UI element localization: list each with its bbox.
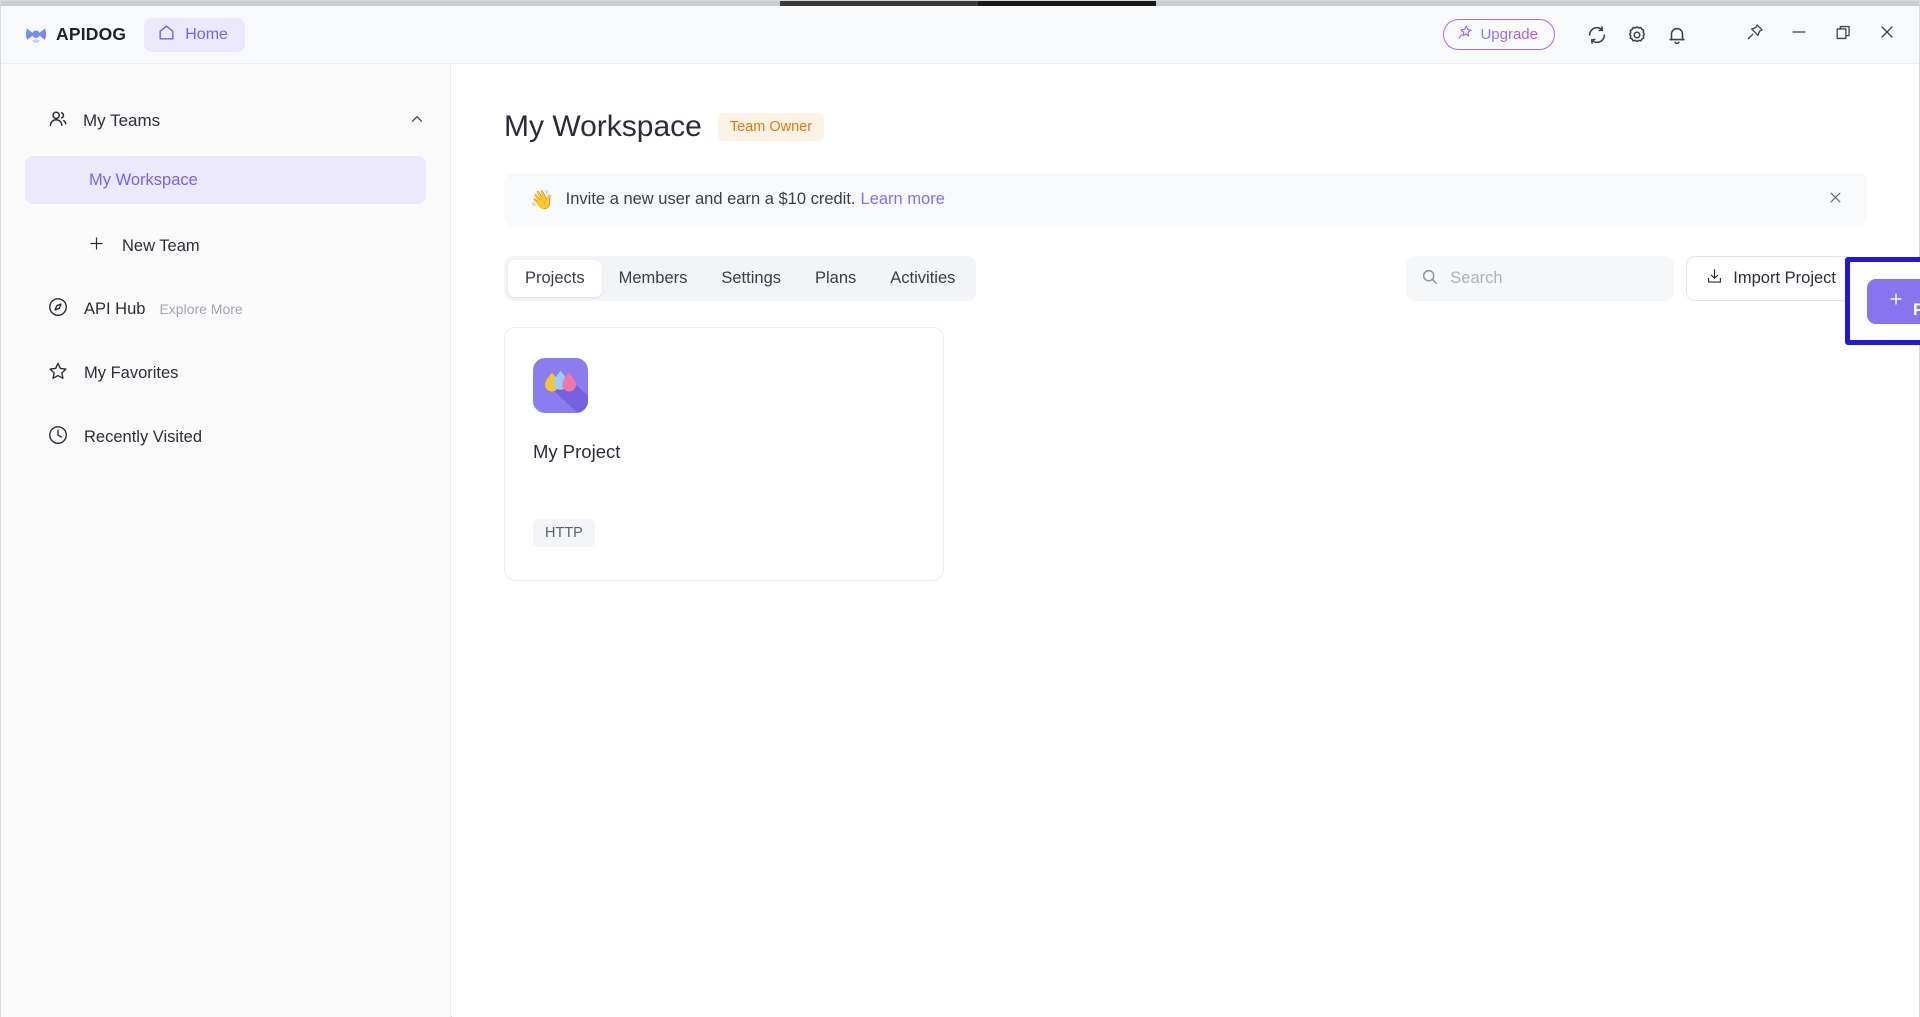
toolbar: Projects Members Settings Plans Activiti… bbox=[504, 256, 1920, 345]
tab-projects[interactable]: Projects bbox=[508, 260, 602, 297]
tab-settings[interactable]: Settings bbox=[704, 260, 798, 297]
plus-icon bbox=[87, 234, 106, 258]
tab-label: Projects bbox=[525, 269, 585, 287]
sidebar-item-my-favorites[interactable]: My Favorites bbox=[25, 350, 426, 396]
compass-icon bbox=[47, 296, 69, 323]
clock-icon bbox=[47, 424, 69, 451]
sidebar-section-label: My Teams bbox=[83, 111, 161, 130]
import-project-button[interactable]: Import Project bbox=[1686, 256, 1855, 301]
app-window: APIDOG Home Upgrade My Teams My Workspac… bbox=[0, 0, 1920, 1017]
sidebar-item-label: New Team bbox=[122, 236, 200, 255]
import-project-label: Import Project bbox=[1733, 269, 1836, 287]
project-card[interactable]: My Project HTTP bbox=[504, 327, 944, 581]
upgrade-button[interactable]: Upgrade bbox=[1443, 19, 1555, 50]
minimize-window-button[interactable] bbox=[1777, 15, 1821, 55]
minimize-icon bbox=[1789, 22, 1809, 47]
sidebar-item-label: API Hub bbox=[84, 299, 146, 318]
page-title: My Workspace bbox=[504, 110, 702, 143]
project-type-tag: HTTP bbox=[533, 519, 595, 547]
import-icon bbox=[1705, 267, 1724, 291]
dismiss-banner-button[interactable] bbox=[1815, 180, 1855, 220]
close-icon bbox=[1826, 188, 1845, 212]
brand: APIDOG bbox=[23, 22, 126, 48]
sync-refresh-icon bbox=[1586, 24, 1608, 46]
sidebar-section-my-teams[interactable]: My Teams bbox=[47, 100, 426, 142]
brand-name: APIDOG bbox=[56, 24, 127, 44]
tab-bar: Projects Members Settings Plans Activiti… bbox=[504, 256, 977, 301]
titlebar-actions: Upgrade bbox=[1443, 6, 1919, 63]
tab-members[interactable]: Members bbox=[602, 260, 705, 297]
tab-label: Settings bbox=[721, 269, 781, 287]
sidebar-item-label: My Workspace bbox=[89, 170, 198, 189]
search-icon bbox=[1420, 267, 1439, 291]
search-input[interactable] bbox=[1450, 269, 1651, 288]
sidebar-item-api-hub[interactable]: API Hub Explore More bbox=[25, 286, 426, 332]
maximize-window-button[interactable] bbox=[1821, 15, 1865, 55]
screen-edge-dark-segment-1 bbox=[780, 1, 978, 6]
settings-button[interactable] bbox=[1617, 15, 1657, 55]
magic-wand-star-icon bbox=[1457, 24, 1473, 45]
chevron-up-icon[interactable] bbox=[408, 110, 426, 133]
invite-banner-text: Invite a new user and earn a $10 credit. bbox=[565, 190, 856, 208]
sidebar-item-new-team[interactable]: New Team bbox=[25, 224, 426, 268]
gear-icon bbox=[1626, 24, 1648, 46]
screen-edge-dark-segment-2 bbox=[978, 1, 1156, 6]
sidebar: My Teams My Workspace New Team API Hub E… bbox=[1, 64, 451, 1017]
bell-icon bbox=[1666, 24, 1688, 46]
sidebar-item-recently-visited[interactable]: Recently Visited bbox=[25, 414, 426, 460]
new-project-button[interactable]: New Project bbox=[1867, 278, 1920, 324]
project-name: My Project bbox=[533, 441, 621, 462]
toolbar-actions: Import Project New Project bbox=[1406, 256, 1920, 345]
new-project-label: New Project bbox=[1913, 301, 1920, 319]
pin-window-button[interactable] bbox=[1733, 15, 1777, 55]
status-badge-role: Team Owner bbox=[717, 113, 825, 141]
main-content: My Workspace Team Owner 👋 Invite a new u… bbox=[452, 64, 1920, 1017]
search-box[interactable] bbox=[1406, 256, 1675, 301]
close-icon bbox=[1877, 22, 1897, 47]
sidebar-item-label: My Favorites bbox=[84, 363, 179, 382]
star-icon bbox=[47, 360, 69, 387]
people-icon bbox=[47, 108, 69, 135]
apidog-butterfly-logo-icon bbox=[23, 22, 49, 48]
three-droplets-icon bbox=[533, 358, 913, 413]
screen-edge-strip bbox=[1, 1, 1919, 6]
window-controls bbox=[1733, 15, 1909, 55]
sidebar-item-label: Recently Visited bbox=[84, 427, 203, 446]
close-window-button[interactable] bbox=[1865, 15, 1909, 55]
tab-label: Members bbox=[618, 269, 688, 287]
tab-label: Plans bbox=[815, 269, 857, 287]
pin-icon bbox=[1745, 22, 1765, 47]
notifications-button[interactable] bbox=[1657, 15, 1697, 55]
title-bar: APIDOG Home Upgrade bbox=[1, 6, 1919, 64]
invite-banner: 👋 Invite a new user and earn a $10 credi… bbox=[504, 173, 1867, 226]
plus-icon bbox=[1887, 290, 1905, 313]
project-grid: My Project HTTP bbox=[504, 327, 1867, 581]
sidebar-item-sublabel: Explore More bbox=[159, 301, 243, 317]
home-button[interactable]: Home bbox=[144, 17, 245, 52]
waving-hand-icon: 👋 bbox=[530, 189, 554, 211]
home-button-label: Home bbox=[185, 25, 228, 43]
tab-activities[interactable]: Activities bbox=[873, 260, 972, 297]
sidebar-item-my-workspace[interactable]: My Workspace bbox=[25, 156, 426, 204]
sync-button[interactable] bbox=[1577, 15, 1617, 55]
upgrade-button-label: Upgrade bbox=[1480, 26, 1538, 43]
page-header: My Workspace Team Owner bbox=[504, 110, 1867, 144]
restore-window-icon bbox=[1834, 23, 1853, 47]
learn-more-link[interactable]: Learn more bbox=[861, 190, 945, 209]
home-icon bbox=[157, 23, 176, 47]
tab-label: Activities bbox=[890, 269, 956, 287]
tab-plans[interactable]: Plans bbox=[798, 260, 873, 297]
